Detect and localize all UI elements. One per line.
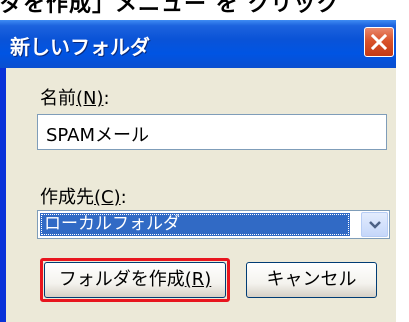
destination-label-colon: : (120, 187, 127, 208)
folder-name-input[interactable]: SPAMメール (37, 114, 387, 150)
destination-label-text: 作成先 (40, 187, 94, 208)
name-label: 名前(N): (40, 84, 110, 110)
close-icon (371, 34, 387, 50)
chevron-down-icon (369, 221, 381, 229)
background-document-text: ダを作成」メニュー を クリック (0, 0, 340, 17)
destination-selected-value[interactable]: ローカルフォルダ (40, 213, 350, 236)
name-label-text: 名前 (40, 88, 76, 109)
dialog-titlebar[interactable]: 新しいフォルダ (0, 20, 396, 68)
name-label-colon: : (103, 88, 110, 109)
new-folder-dialog: 新しいフォルダ 名前(N): SPAMメール 作成先(C): ローカルフォルダ … (0, 20, 396, 322)
dialog-client-area: 名前(N): SPAMメール 作成先(C): ローカルフォルダ フォルダを作成(… (6, 68, 396, 322)
create-folder-label: フォルダを作成 (58, 269, 185, 290)
name-accesskey: (N) (76, 88, 104, 109)
destination-accesskey: (C) (94, 187, 121, 208)
dialog-title: 新しいフォルダ (10, 35, 150, 59)
close-button[interactable] (364, 27, 394, 57)
destination-label: 作成先(C): (40, 183, 127, 209)
background-document-strip: ダを作成」メニュー を クリック (0, 0, 409, 20)
create-folder-accesskey: (R) (184, 269, 212, 290)
dropdown-button[interactable] (361, 212, 388, 237)
cancel-button[interactable]: キャンセル (246, 262, 377, 298)
destination-select[interactable]: ローカルフォルダ (37, 210, 390, 239)
create-folder-button[interactable]: フォルダを作成(R) (44, 262, 226, 298)
